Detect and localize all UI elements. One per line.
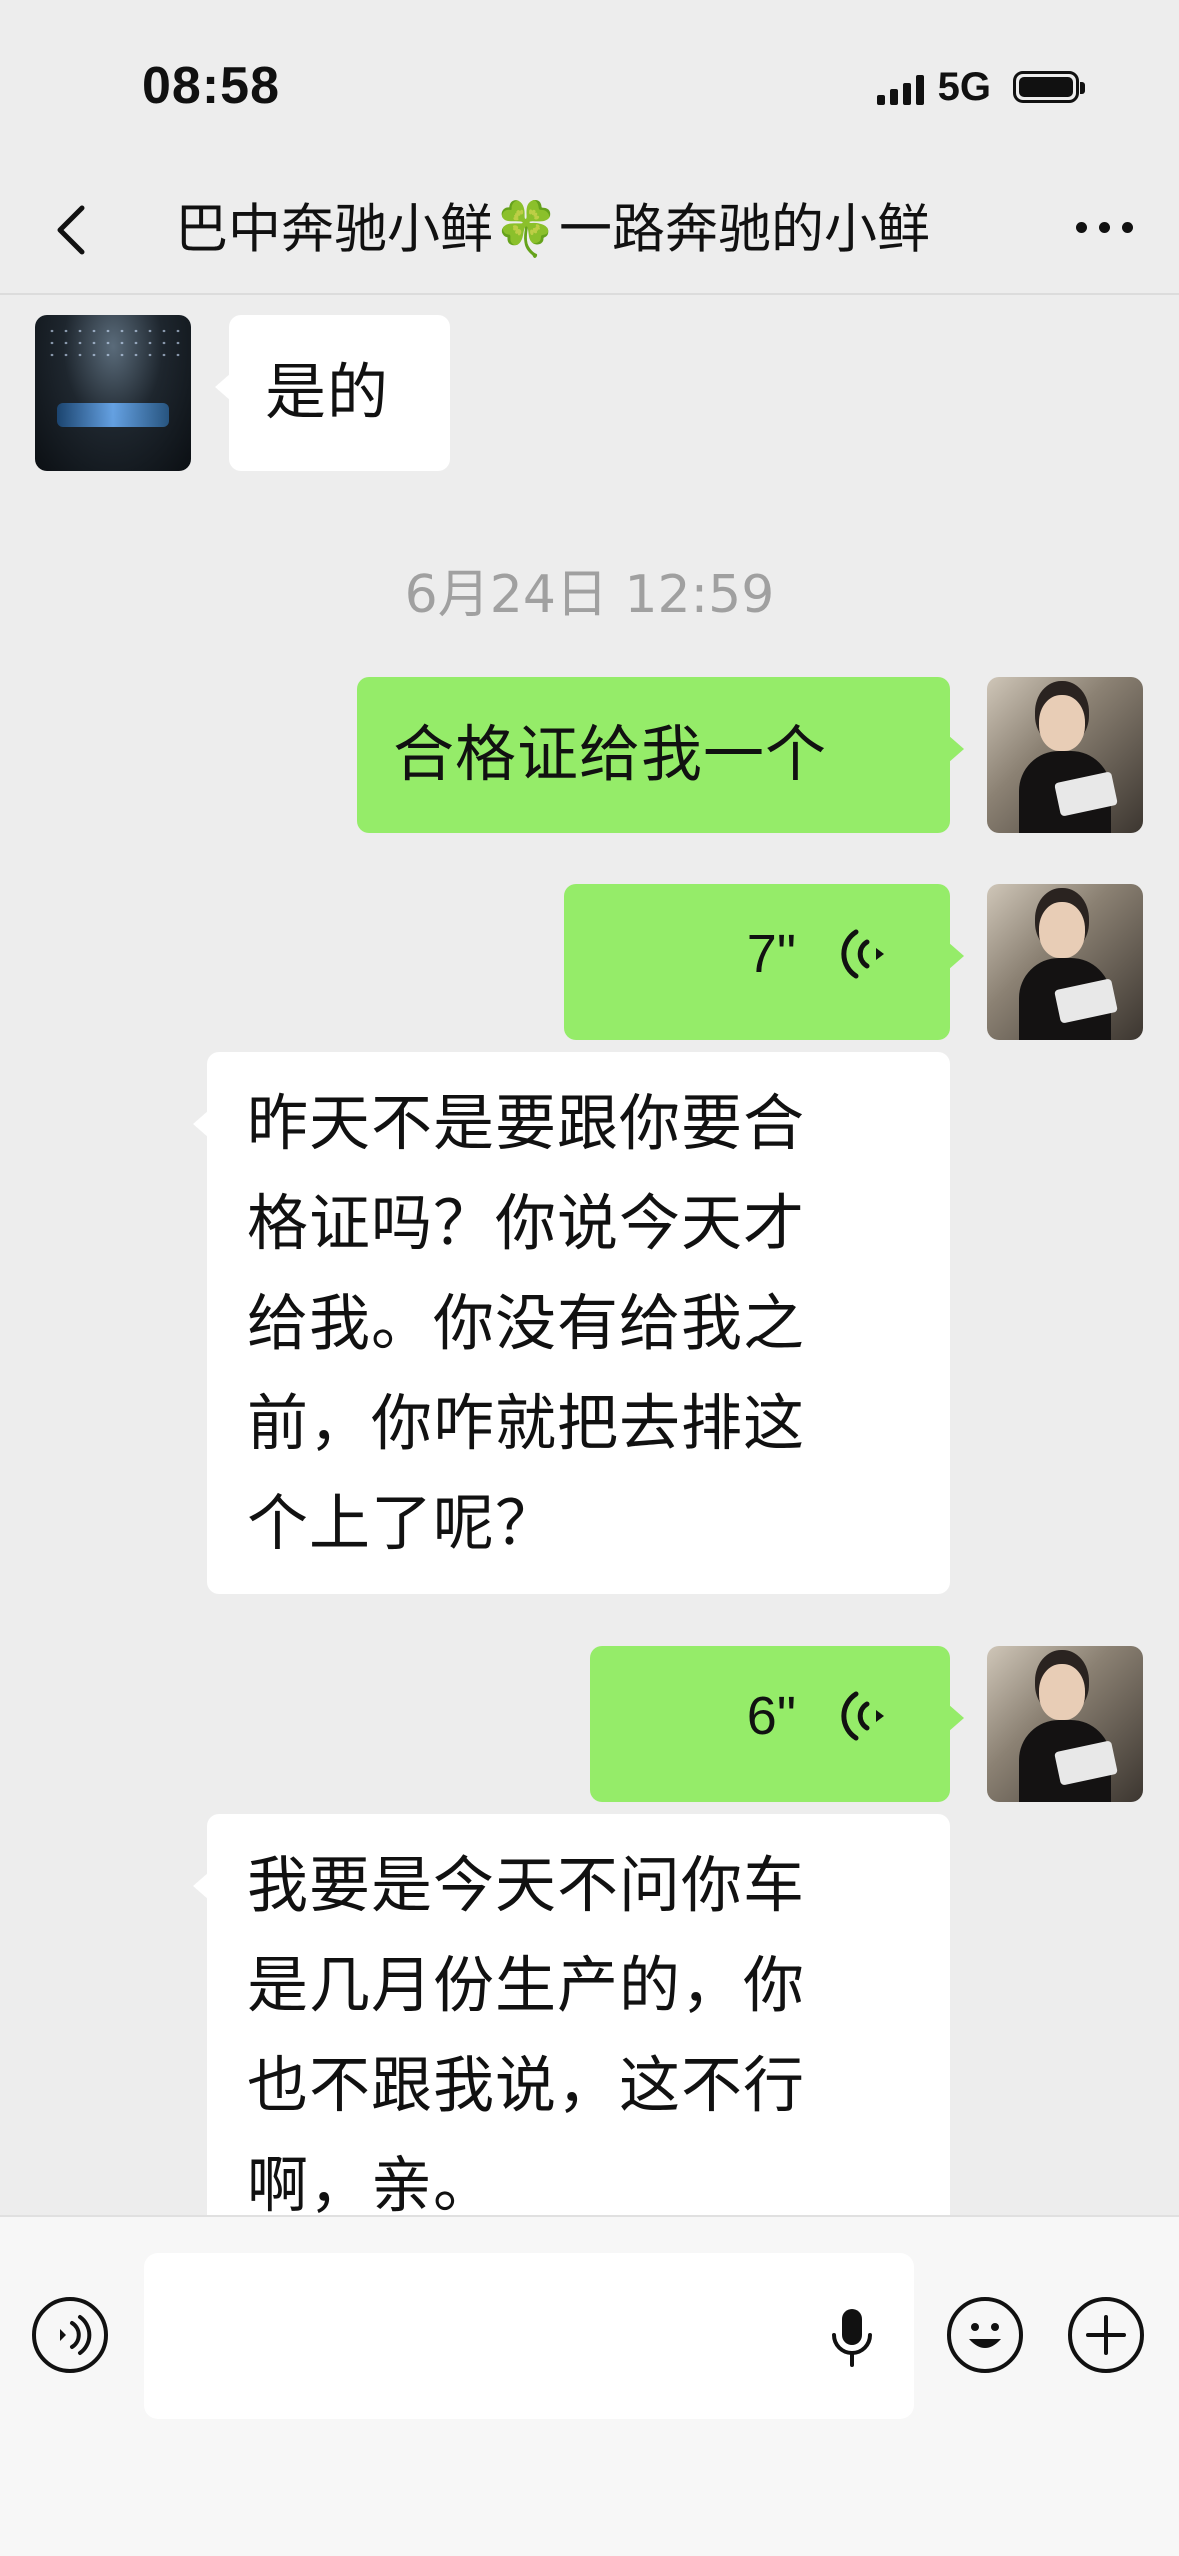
chat-screen: 08:58 5G 巴中奔驰小鲜🍀一路奔驰的小鲜 是的 6月24日 12:59 合… (0, 0, 1179, 2556)
voice-message-content: 7" (747, 922, 890, 986)
chat-title: 巴中奔驰小鲜🍀一路奔驰的小鲜 (175, 199, 930, 260)
message-text: 是的 (265, 357, 390, 428)
chevron-left-icon[interactable] (44, 200, 104, 260)
message-line: 格证吗？你说今天才 (247, 1188, 806, 1259)
voice-message-content: 6" (747, 1684, 890, 1748)
message-timestamp: 6月24日 12:59 (404, 565, 775, 625)
network-type: 5G (937, 64, 991, 109)
message-bubble-outgoing[interactable]: 合格证给我一个 (357, 677, 964, 833)
message-line: 个上了呢？ (247, 1488, 558, 1559)
plus-icon[interactable] (1068, 2297, 1144, 2373)
message-line: 我要是今天不问你车 (247, 1850, 806, 1921)
message-text: 合格证给我一个 (393, 719, 828, 790)
message-bubble-incoming[interactable]: 昨天不是要跟你要合 格证吗？你说今天才 给我。你没有给我之 前，你咋就把去排这 … (193, 1052, 950, 1594)
voice-wave-icon (841, 1691, 884, 1741)
self-avatar[interactable] (987, 1646, 1143, 1802)
microphone-icon[interactable] (830, 2305, 874, 2369)
voice-message-outgoing[interactable]: 6" (590, 1646, 964, 1802)
message-line: 也不跟我说，这不行 (247, 2050, 806, 2121)
message-line: 前，你咋就把去排这 (247, 1388, 806, 1459)
battery-icon (1013, 71, 1085, 103)
voice-mode-icon[interactable] (32, 2297, 108, 2373)
status-indicators: 5G (872, 62, 1085, 112)
self-avatar[interactable] (987, 884, 1143, 1040)
message-bubble-incoming[interactable]: 我要是今天不问你车 是几月份生产的，你 也不跟我说，这不行 啊，亲。 (193, 1814, 950, 2274)
signal-strength-icon (872, 69, 924, 105)
status-time: 08:58 (142, 57, 280, 115)
contact-avatar[interactable] (35, 315, 191, 471)
message-line: 是几月份生产的，你 (247, 1950, 806, 2021)
message-line: 昨天不是要跟你要合 (247, 1088, 806, 1159)
self-avatar[interactable] (987, 677, 1143, 833)
message-line: 给我。你没有给我之 (247, 1288, 806, 1359)
status-bar: 08:58 5G (0, 0, 1179, 170)
message-input-bar (0, 2215, 1179, 2556)
message-text-input[interactable] (144, 2253, 914, 2419)
voice-message-outgoing[interactable]: 7" (564, 884, 964, 1040)
message-bubble-incoming[interactable]: 是的 (215, 315, 450, 471)
voice-duration: 7" (746, 924, 796, 984)
chat-header: 巴中奔驰小鲜🍀一路奔驰的小鲜 (0, 170, 1179, 295)
emoji-icon[interactable] (947, 2297, 1023, 2373)
more-dots-icon[interactable] (1064, 222, 1133, 233)
voice-wave-icon (841, 929, 884, 979)
voice-duration: 6" (746, 1686, 796, 1746)
